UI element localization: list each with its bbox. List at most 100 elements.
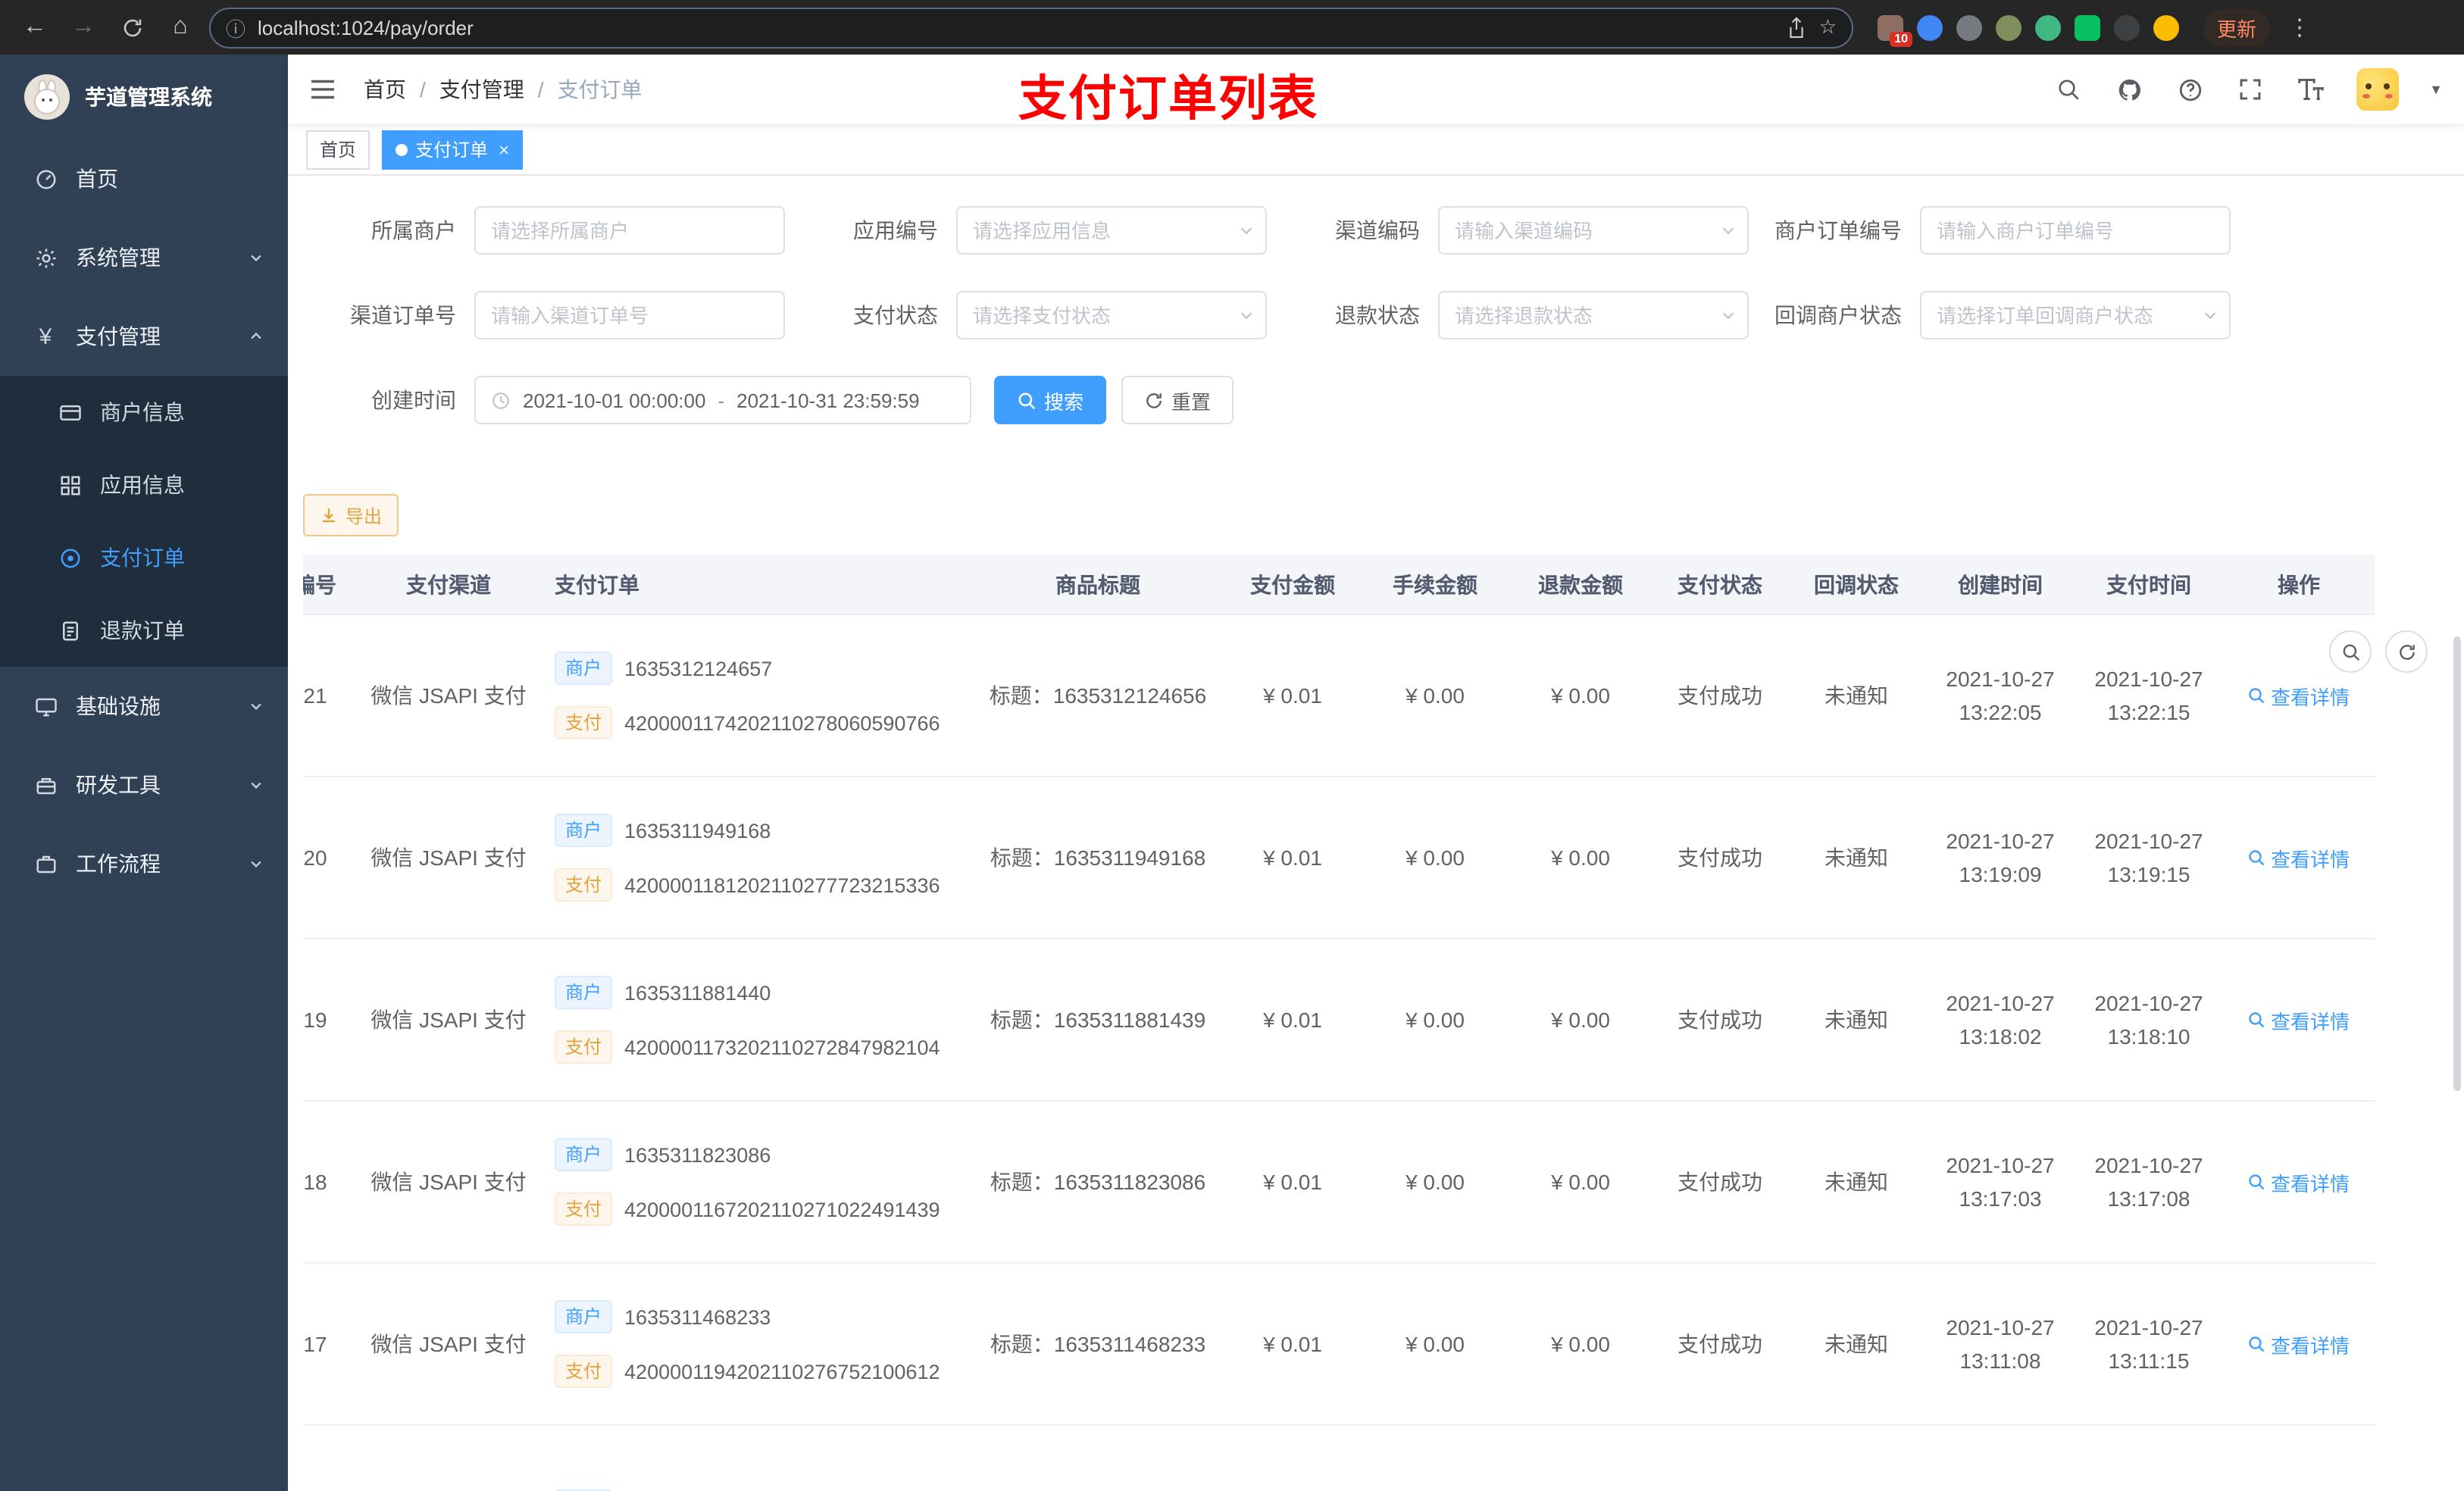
refund-amount: ¥ 0.00 xyxy=(1551,683,1610,708)
extension-icon[interactable] xyxy=(2114,14,2140,40)
grid-icon xyxy=(58,473,82,497)
app-no-filter-select[interactable] xyxy=(956,206,1267,255)
fullscreen-button[interactable] xyxy=(2235,74,2265,105)
channel-order-no-filter-input[interactable] xyxy=(474,291,785,339)
sidebar-toggle-button[interactable] xyxy=(309,74,339,105)
created-time: 2021-10-27 13:18:02 xyxy=(1946,991,2055,1049)
chrome-update-button[interactable]: 更新 xyxy=(2203,8,2271,46)
table-row: 18 微信 JSAPI 支付 商户 1635311823086 支付 42000… xyxy=(303,1102,2375,1264)
sidebar-item-app-info[interactable]: 应用信息 xyxy=(0,449,288,521)
pay-amount: ¥ 0.01 xyxy=(1263,846,1322,870)
extension-icon[interactable] xyxy=(2075,14,2100,40)
sidebar-item-system[interactable]: 系统管理 xyxy=(0,218,288,297)
user-avatar[interactable] xyxy=(2356,68,2400,111)
notify-status: 未通知 xyxy=(1825,846,1888,870)
sidebar-item-pay-order[interactable]: 支付订单 xyxy=(0,521,288,594)
search-button[interactable]: 搜索 xyxy=(994,376,1107,424)
site-info-icon[interactable]: ⓘ xyxy=(226,13,245,42)
browser-back-button[interactable]: ← xyxy=(15,8,55,47)
pay-order-cell: 商户 1635311881440 支付 42000011732021102728… xyxy=(533,976,973,1064)
paid-time: 2021-10-27 13:19:15 xyxy=(2094,829,2203,886)
order-id: 19 xyxy=(303,1008,327,1032)
browser-forward-button[interactable]: → xyxy=(64,8,103,47)
pay-channel: 微信 JSAPI 支付 xyxy=(371,846,527,870)
channel-code-filter-select[interactable] xyxy=(1438,206,1749,255)
chevron-down-icon xyxy=(249,699,264,714)
refresh-icon xyxy=(1146,392,1162,408)
tag-pay-order[interactable]: 支付订单 × xyxy=(382,130,524,169)
chevron-down-icon xyxy=(249,250,264,265)
share-button[interactable] xyxy=(1787,16,1807,39)
close-icon[interactable]: × xyxy=(499,139,509,160)
pay-status: 支付成功 xyxy=(1678,1332,1762,1356)
channel-pay-no: 4200001194202110276752100612 xyxy=(624,1360,940,1383)
table-row: 20 微信 JSAPI 支付 商户 1635311949168 支付 42000… xyxy=(303,777,2375,939)
vue-devtools-icon[interactable] xyxy=(2035,14,2061,40)
export-button[interactable]: 导出 xyxy=(303,494,399,536)
extension-icon[interactable] xyxy=(1917,14,1943,40)
profile-avatar-icon[interactable] xyxy=(2153,14,2179,40)
pay-status: 支付成功 xyxy=(1678,1170,1762,1194)
view-detail-link[interactable]: 查看详情 xyxy=(2248,1167,2350,1196)
table-row: 商户 1635311457368 xyxy=(303,1426,2375,1491)
notify-status: 未通知 xyxy=(1825,683,1888,708)
fee-amount: ¥ 0.00 xyxy=(1406,846,1465,870)
refund-amount: ¥ 0.00 xyxy=(1551,846,1610,870)
search-button[interactable] xyxy=(2053,74,2084,105)
pay-channel: 微信 JSAPI 支付 xyxy=(371,1332,527,1356)
reset-button[interactable]: 重置 xyxy=(1121,376,1234,424)
url-bar[interactable]: ⓘ localhost:1024/pay/order ☆ xyxy=(209,7,1853,48)
browser-home-button[interactable]: ⌂ xyxy=(161,8,200,47)
sidebar-item-workflow[interactable]: 工作流程 xyxy=(0,824,288,903)
notify-status: 未通知 xyxy=(1825,1170,1888,1194)
reload-icon xyxy=(123,18,141,36)
extension-icon[interactable] xyxy=(1996,14,2022,40)
sidebar-item-refund-order[interactable]: 退款订单 xyxy=(0,594,288,667)
breadcrumb-home[interactable]: 首页 xyxy=(364,74,406,105)
sidebar-item-pay[interactable]: ¥ 支付管理 xyxy=(0,297,288,376)
sidebar-item-devtools[interactable]: 研发工具 xyxy=(0,746,288,824)
chevron-down-icon xyxy=(1720,307,1737,324)
view-detail-link[interactable]: 查看详情 xyxy=(2248,681,2350,710)
tag-home[interactable]: 首页 xyxy=(306,130,371,169)
notify-status: 未通知 xyxy=(1825,1332,1888,1356)
pay-tag: 支付 xyxy=(555,868,613,902)
notify-status-filter-select[interactable] xyxy=(1920,291,2231,339)
merchant-tag: 商户 xyxy=(555,814,613,847)
sidebar-item-merchant-info[interactable]: 商户信息 xyxy=(0,376,288,449)
merchant-filter-input[interactable] xyxy=(474,206,785,255)
view-detail-link[interactable]: 查看详情 xyxy=(2248,843,2350,872)
pay-status: 支付成功 xyxy=(1678,1008,1762,1032)
rabbit-icon xyxy=(34,80,60,114)
create-time-range-picker[interactable]: 2021-10-01 00:00:00 - 2021-10-31 23:59:5… xyxy=(474,376,971,424)
font-size-button[interactable] xyxy=(2296,74,2326,105)
created-time: 2021-10-27 13:11:08 xyxy=(1946,1315,2055,1373)
merchant-order-no-filter-input[interactable] xyxy=(1920,206,2231,255)
merchant-tag: 商户 xyxy=(555,652,613,685)
created-time: 2021-10-27 13:19:09 xyxy=(1946,829,2055,886)
view-detail-link[interactable]: 查看详情 xyxy=(2248,1330,2350,1358)
browser-menu-button[interactable]: ⋮ xyxy=(2288,14,2311,41)
merchant-tag: 商户 xyxy=(555,1138,613,1171)
extension-icon[interactable]: 10 xyxy=(1878,14,1912,46)
bookmark-star-button[interactable]: ☆ xyxy=(1819,15,1837,39)
avatar-caret-icon[interactable]: ▼ xyxy=(2429,82,2443,97)
refund-amount: ¥ 0.00 xyxy=(1551,1008,1610,1032)
sidebar-item-home[interactable]: 首页 xyxy=(0,139,288,218)
refresh-table-button[interactable] xyxy=(2385,630,2428,673)
paid-time: 2021-10-27 13:18:10 xyxy=(2094,991,2203,1049)
scrollbar[interactable] xyxy=(2453,636,2461,1091)
browser-chrome: ← → ⌂ ⓘ localhost:1024/pay/order ☆ 10 更新… xyxy=(0,0,2464,55)
refund-status-filter-select[interactable] xyxy=(1438,291,1749,339)
channel-pay-no: 4200001167202110271022491439 xyxy=(624,1198,940,1221)
browser-reload-button[interactable] xyxy=(112,8,152,47)
toggle-search-button[interactable] xyxy=(2329,630,2372,673)
pay-status-filter-select[interactable] xyxy=(956,291,1267,339)
github-button[interactable] xyxy=(2114,74,2144,105)
breadcrumb-section[interactable]: 支付管理 xyxy=(439,74,524,105)
sidebar-item-infra[interactable]: 基础设施 xyxy=(0,667,288,746)
fee-amount: ¥ 0.00 xyxy=(1406,683,1465,708)
extension-icon[interactable] xyxy=(1956,14,1982,40)
view-detail-link[interactable]: 查看详情 xyxy=(2248,1005,2350,1034)
docs-help-button[interactable] xyxy=(2175,74,2205,105)
